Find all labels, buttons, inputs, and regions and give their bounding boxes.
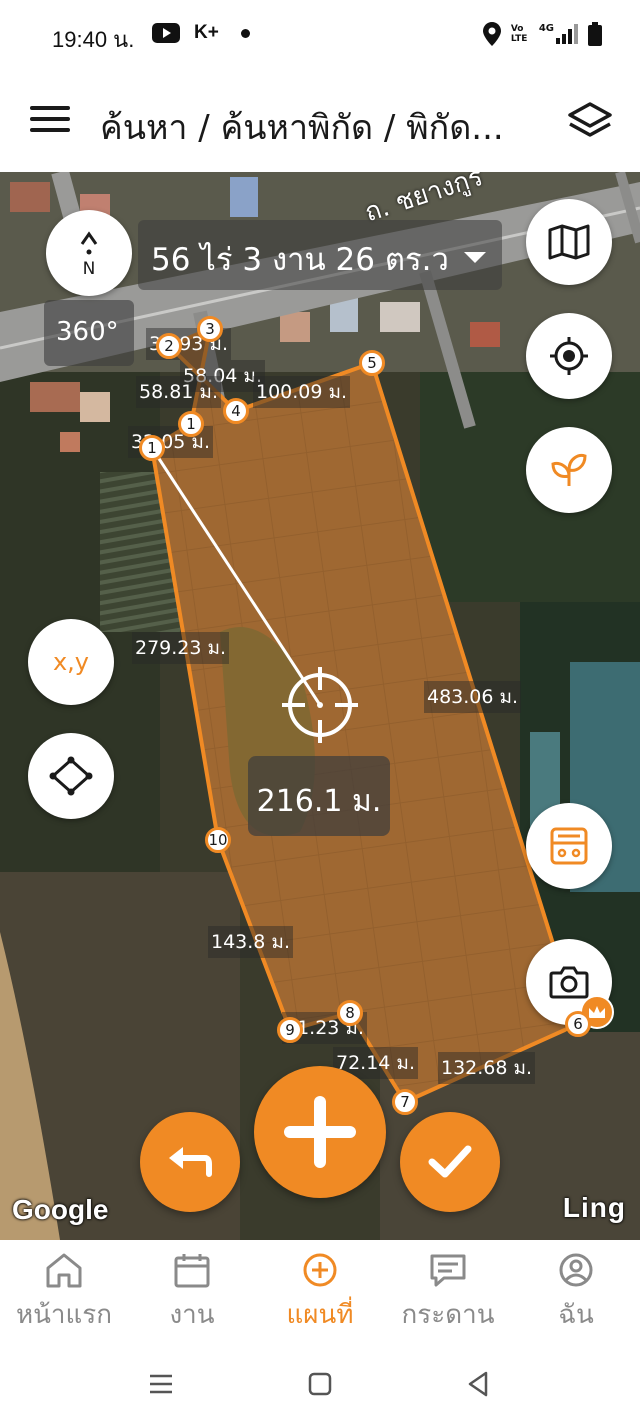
vertex-marker[interactable]: 3 — [197, 316, 223, 342]
status-icons-right: Vo LTE 4G — [482, 22, 602, 46]
vertex-marker[interactable]: 7 — [392, 1089, 418, 1115]
status-time: 19:40 น. — [52, 27, 135, 52]
my-location-button[interactable] — [526, 313, 612, 399]
segment-label: 58.81 ม. — [136, 376, 221, 408]
add-circle-icon — [303, 1253, 337, 1287]
map-view[interactable]: ถ. ชยางกูร N 56 ไร่ 3 งาน 26 ตร.ว 360° x… — [0, 172, 640, 1240]
app-header: ค้นหา / ค้นหาพิกัด / พิกัด... — [0, 72, 640, 172]
distance-readout: 216.1 ม. — [248, 756, 390, 836]
nav-label: กระดาน — [401, 1300, 495, 1330]
vertex-marker[interactable]: 10 — [205, 827, 231, 853]
status-icons-left: K+ — [152, 22, 250, 44]
nav-label: แผนที่ — [286, 1300, 354, 1330]
nav-map[interactable]: แผนที่ — [256, 1240, 384, 1344]
check-icon — [428, 1145, 472, 1178]
calculator-icon — [550, 827, 588, 865]
breadcrumb[interactable]: ค้นหา / ค้นหาพิกัด / พิกัด... — [100, 100, 560, 154]
youtube-icon — [152, 23, 180, 43]
nav-label: งาน — [169, 1300, 215, 1330]
confirm-button[interactable] — [400, 1112, 500, 1212]
area-value: 56 ไร่ 3 งาน 26 ตร.ว — [151, 242, 449, 278]
caret-down-icon — [464, 252, 486, 263]
area-dropdown[interactable]: 56 ไร่ 3 งาน 26 ตร.ว — [138, 220, 502, 290]
compass-button[interactable]: N — [46, 210, 132, 296]
app-root: 19:40 น. K+ Vo LTE 4G ค้นหา / ค้นหาพิกัด… — [0, 0, 640, 1425]
profile-icon — [559, 1253, 593, 1287]
volte-label: Vo LTE — [510, 24, 528, 44]
polygon-icon — [49, 756, 93, 796]
layers-icon[interactable] — [566, 100, 614, 144]
ling-logo: Ling — [562, 1192, 626, 1223]
segment-label: 143.8 ม. — [208, 926, 293, 958]
nav-profile[interactable]: ฉัน — [512, 1240, 640, 1344]
plus-icon — [284, 1096, 356, 1168]
segment-label: 132.68 ม. — [438, 1052, 536, 1084]
bottom-nav: หน้าแรก งาน แผนที่ กระดาน ฉัน — [0, 1240, 640, 1344]
network-label: 4G — [538, 22, 554, 34]
rotation-label[interactable]: 360° — [44, 300, 134, 366]
location-icon — [482, 22, 501, 46]
undo-button[interactable] — [140, 1112, 240, 1212]
home-icon — [46, 1253, 82, 1288]
my-location-icon — [550, 337, 588, 375]
status-bar: 19:40 น. K+ Vo LTE 4G — [0, 0, 640, 72]
nav-board[interactable]: กระดาน — [384, 1240, 512, 1344]
vertex-marker[interactable]: 4 — [223, 398, 249, 424]
plant-button[interactable] — [526, 427, 612, 513]
google-logo: Google — [12, 1194, 109, 1225]
xy-label: x,y — [52, 648, 90, 676]
polygon-tool-button[interactable] — [28, 733, 114, 819]
calculator-button[interactable] — [526, 803, 612, 889]
system-nav-bar — [0, 1344, 640, 1425]
signal-icon — [556, 24, 578, 44]
vertex-marker[interactable]: 9 — [277, 1017, 303, 1043]
map-icon — [548, 224, 590, 260]
channel-label: K+ — [194, 22, 219, 43]
hamburger-menu-icon[interactable] — [30, 106, 70, 138]
compass-icon: N — [80, 231, 98, 278]
map-type-button[interactable] — [526, 199, 612, 285]
vertex-marker[interactable]: 8 — [337, 1000, 363, 1026]
camera-icon — [549, 966, 589, 999]
battery-icon — [588, 22, 602, 46]
compass-letter: N — [83, 259, 96, 278]
board-icon — [430, 1254, 466, 1287]
notification-dot-icon — [240, 28, 250, 38]
vertex-marker[interactable]: 6 — [565, 1011, 591, 1037]
vertex-marker[interactable]: 5 — [359, 350, 385, 376]
nav-home[interactable]: หน้าแรก — [0, 1240, 128, 1344]
vertex-marker[interactable]: 1 — [178, 411, 204, 437]
segment-label: 279.23 ม. — [132, 632, 230, 664]
nav-label: ฉัน — [558, 1300, 594, 1330]
nav-label: หน้าแรก — [16, 1300, 112, 1330]
nav-tasks[interactable]: งาน — [128, 1240, 256, 1344]
sprout-icon — [551, 454, 587, 486]
calendar-icon — [174, 1254, 210, 1288]
xy-coordinate-button[interactable]: x,y — [28, 619, 114, 705]
vertex-marker[interactable]: 1 — [139, 435, 165, 461]
back-icon[interactable] — [466, 1370, 490, 1398]
segment-label: 483.06 ม. — [424, 681, 522, 713]
recent-apps-icon[interactable] — [148, 1372, 174, 1396]
add-point-button[interactable] — [254, 1066, 386, 1198]
segment-label: 100.09 ม. — [253, 376, 351, 408]
home-system-icon[interactable] — [308, 1372, 332, 1396]
camera-button[interactable] — [526, 939, 614, 1029]
vertex-marker[interactable]: 2 — [156, 333, 182, 359]
undo-icon — [169, 1147, 212, 1177]
